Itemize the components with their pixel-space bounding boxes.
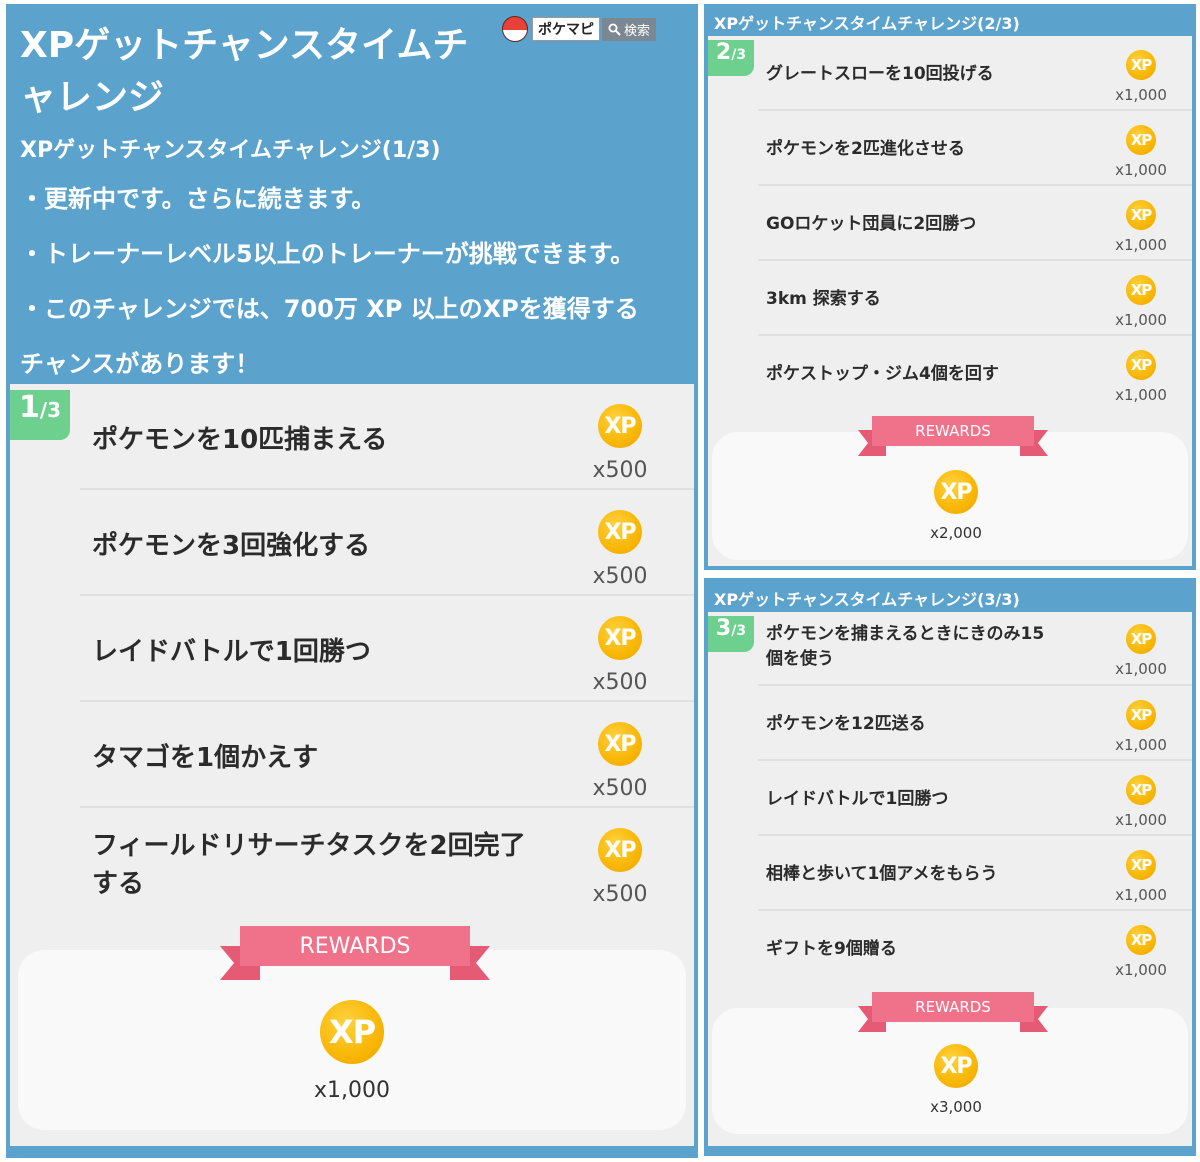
task-row: フィールドリサーチタスクを2回完了 する XP x500 [10, 808, 694, 914]
section-title-2: XPゲットチャンスタイムチャレンジ(2/3) [714, 14, 1020, 33]
task-row: レイドバトルで1回勝つ XP x1,000 [708, 761, 1192, 836]
xp-coin-icon: XP [598, 510, 642, 554]
xp-coin-icon: XP [598, 828, 642, 872]
xp-coin-icon: XP [1126, 850, 1156, 880]
xp-coin-icon: XP [598, 722, 642, 766]
task-label: タマゴを1個かえす [92, 743, 319, 773]
page-title: XPゲットチャンスタイムチ ャレンジ [20, 20, 490, 124]
task-label: レイドバトルで1回勝つ [766, 789, 949, 809]
reward-xp-amount: x1,000 [313, 1078, 390, 1103]
task-xp-amount: x1,000 [1115, 386, 1167, 404]
task-row: 3km 探索する XP x1,000 [708, 261, 1192, 336]
info-bullet-3: ・このチャレンジでは、700万 XP 以上のXPを獲得する [20, 295, 639, 323]
reward-xp-amount: x2,000 [930, 524, 982, 542]
xp-coin-icon: XP [1126, 700, 1156, 730]
search-icon [608, 23, 621, 36]
challenge-panel-1: XPゲットチャンスタイムチ ャレンジ ポケマピ 検索 XPゲットチャンスタイムチ… [6, 4, 698, 1158]
task-row: タマゴを1個かえす XP x500 [10, 702, 694, 808]
xp-coin-icon: XP [598, 616, 642, 660]
task-xp-amount: x1,000 [1115, 161, 1167, 179]
task-xp-amount: x500 [592, 458, 648, 483]
xp-coin-icon: XP [598, 404, 642, 448]
task-row: ポケモンを3回強化する XP x500 [10, 490, 694, 596]
task-xp-amount: x1,000 [1115, 811, 1167, 829]
task-label: レイドバトルで1回勝つ [92, 637, 371, 667]
task-row: ギフトを9個贈る XP x1,000 [708, 911, 1192, 986]
search-button[interactable]: 検索 [602, 17, 657, 41]
task-xp-amount: x500 [592, 564, 648, 589]
task-label: ポケモンを12匹送る [766, 714, 926, 734]
task-xp-amount: x1,000 [1115, 236, 1167, 254]
reward-xp-amount: x3,000 [930, 1098, 982, 1116]
task-row: 相棒と歩いて1個アメをもらう XP x1,000 [708, 836, 1192, 911]
task-list-2: 2/3 グレートスローを10回投げる XP x1,000 ポケモンを2匹進化させ… [708, 36, 1192, 566]
site-logo-bar[interactable]: ポケマピ 検索 [502, 16, 657, 42]
xp-coin-icon: XP [1126, 925, 1156, 955]
reward-xp-coin-icon: XP [934, 1044, 978, 1088]
reward-xp-coin-icon: XP [934, 470, 978, 514]
task-row: ポケモンを12匹送る XP x1,000 [708, 686, 1192, 761]
rewards-label: REWARDS [240, 926, 470, 966]
task-row: ポケストップ・ジム4個を回す XP x1,000 [708, 336, 1192, 411]
title-line-2: ャレンジ [20, 77, 165, 119]
challenge-subtitle: XPゲットチャンスタイムチャレンジ(1/3) [20, 138, 441, 163]
challenge-panel-3: XPゲットチャンスタイムチャレンジ(3/3) 3/3 ポケモンを捕まえるときにき… [704, 578, 1196, 1156]
task-label: ポケモンを10匹捕まえる [92, 425, 388, 455]
info-bullet-4: チャンスがあります！ [20, 350, 260, 378]
rewards-label: REWARDS [872, 416, 1034, 446]
task-xp-amount: x1,000 [1115, 961, 1167, 979]
task-xp-amount: x500 [592, 670, 648, 695]
task-label: グレートスローを10回投げる [766, 64, 994, 84]
task-row: ポケモンを捕まえるときにきのみ15 個を使う XP x1,000 [708, 612, 1192, 686]
task-label: ポケモンを2匹進化させる [766, 139, 965, 159]
task-row: GOロケット団員に2回勝つ XP x1,000 [708, 186, 1192, 261]
task-row: ポケモンを10匹捕まえる XP x500 [10, 384, 694, 490]
xp-coin-icon: XP [1126, 775, 1156, 805]
task-label: ポケストップ・ジム4個を回す [766, 364, 999, 384]
task-label: フィールドリサーチタスクを2回完了 する [92, 831, 526, 899]
xp-coin-icon: XP [1126, 200, 1156, 230]
task-label: ポケモンを捕まえるときにきのみ15 個を使う [766, 624, 1045, 669]
task-row: ポケモンを2匹進化させる XP x1,000 [708, 111, 1192, 186]
title-line-1: XPゲットチャンスタイムチ [20, 25, 469, 66]
task-row: グレートスローを10回投げる XP x1,000 [708, 36, 1192, 111]
task-xp-amount: x1,000 [1115, 886, 1167, 904]
rewards-label: REWARDS [872, 992, 1034, 1022]
task-list-1: 1/3 ポケモンを10匹捕まえる XP x500 ポケモンを3回強化する XP … [10, 384, 694, 1146]
task-label: ギフトを9個贈る [766, 939, 897, 959]
task-label: 3km 探索する [766, 289, 881, 309]
info-bullet-1: ・更新中です。さらに続きます。 [20, 185, 376, 213]
rewards-ribbon: REWARDS [858, 416, 1048, 456]
section-title-3: XPゲットチャンスタイムチャレンジ(3/3) [714, 590, 1020, 609]
task-xp-amount: x1,000 [1115, 311, 1167, 329]
rewards-ribbon: REWARDS [220, 926, 490, 980]
rewards-ribbon: REWARDS [858, 992, 1048, 1032]
xp-coin-icon: XP [1126, 350, 1156, 380]
task-list-3: 3/3 ポケモンを捕まえるときにきのみ15 個を使う XP x1,000 ポケモン… [708, 612, 1192, 1146]
task-xp-amount: x1,000 [1115, 660, 1167, 678]
challenge-panel-2: XPゲットチャンスタイムチャレンジ(2/3) 2/3 グレートスローを10回投げ… [704, 4, 1196, 570]
search-label: 検索 [624, 23, 651, 39]
xp-coin-icon: XP [1126, 624, 1156, 654]
task-label: ポケモンを3回強化する [92, 531, 371, 561]
task-xp-amount: x500 [592, 882, 648, 907]
task-row: レイドバトルで1回勝つ XP x500 [10, 596, 694, 702]
task-label: 相棒と歩いて1個アメをもらう [766, 864, 998, 884]
task-xp-amount: x1,000 [1115, 736, 1167, 754]
xp-coin-icon: XP [1126, 125, 1156, 155]
task-xp-amount: x500 [592, 776, 648, 801]
xp-coin-icon: XP [1126, 275, 1156, 305]
task-label: GOロケット団員に2回勝つ [766, 214, 977, 234]
pokeball-logo-icon [502, 16, 528, 42]
site-name-label[interactable]: ポケマピ [532, 17, 600, 41]
reward-xp-coin-icon: XP [320, 1000, 384, 1064]
info-bullet-2: ・トレーナーレベル5以上のトレーナーが挑戦できます。 [20, 240, 635, 268]
task-xp-amount: x1,000 [1115, 86, 1167, 104]
xp-coin-icon: XP [1126, 50, 1156, 80]
